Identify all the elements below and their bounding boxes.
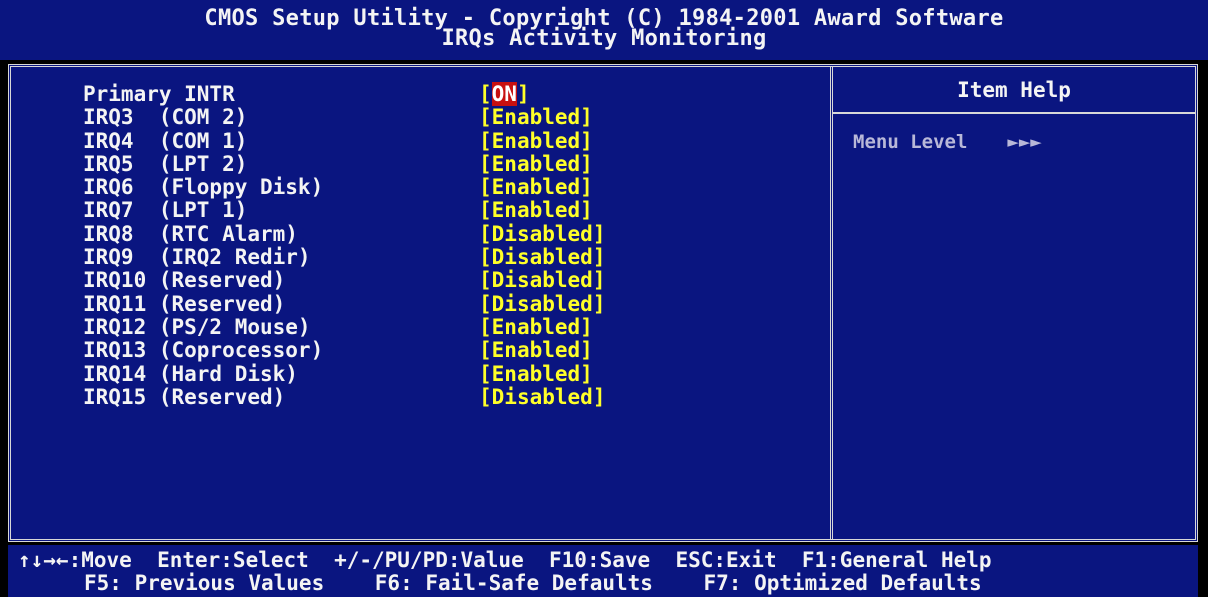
setting-label: IRQ11 (Reserved) xyxy=(83,291,286,316)
setting-value-text: Disabled xyxy=(491,384,593,409)
setting-value[interactable]: [Disabled] xyxy=(479,221,605,246)
setting-value[interactable]: [Enabled] xyxy=(479,339,593,362)
setting-value-text: Enabled xyxy=(491,105,581,130)
setting-label: IRQ14 (Hard Disk) xyxy=(83,361,298,386)
footer-line-2: F5: Previous Values F6: Fail-Safe Defaul… xyxy=(84,571,982,595)
setting-value[interactable]: [Enabled] xyxy=(479,176,593,199)
panel-divider xyxy=(830,67,833,539)
setting-label: Primary INTR xyxy=(83,82,235,106)
setting-value[interactable]: [Enabled] xyxy=(479,151,593,176)
setting-value-text: ON xyxy=(491,82,517,106)
setting-value-text: Enabled xyxy=(491,128,581,153)
setting-value[interactable]: [ON] xyxy=(479,82,530,106)
setting-label: IRQ9 (IRQ2 Redir) xyxy=(83,245,311,270)
setting-label: IRQ3 (COM 2) xyxy=(83,105,248,130)
setting-value[interactable]: [Enabled] xyxy=(479,199,593,222)
setting-label: IRQ13 (Coprocessor) xyxy=(83,338,324,363)
setting-value-text: Disabled xyxy=(491,268,593,293)
setting-value[interactable]: [Disabled] xyxy=(479,246,605,269)
setting-value[interactable]: [Disabled] xyxy=(479,291,605,316)
setting-value[interactable]: [Enabled] xyxy=(479,128,593,153)
setting-value[interactable]: [Enabled] xyxy=(479,361,593,386)
setting-value-text: Disabled xyxy=(491,291,593,316)
setting-value-text: Disabled xyxy=(491,245,593,270)
setting-value[interactable]: [Enabled] xyxy=(479,106,593,129)
main-panel: Primary INTR [ON] IRQ3 (COM 2) [Enabled] IRQ… xyxy=(8,64,1198,542)
setting-label: IRQ7 (LPT 1) xyxy=(83,198,248,223)
menu-level-arrows-icon: ►►► xyxy=(1007,131,1042,153)
setting-value-text: Enabled xyxy=(491,151,581,176)
setting-label: IRQ12 (PS/2 Mouse) xyxy=(83,314,311,339)
setting-label: IRQ8 (RTC Alarm) xyxy=(83,221,298,246)
setting-label: IRQ4 (COM 1) xyxy=(83,128,248,153)
setting-value-text: Enabled xyxy=(491,314,581,339)
setting-value[interactable]: [Enabled] xyxy=(479,314,593,339)
setting-label: IRQ5 (LPT 2) xyxy=(83,151,248,176)
help-separator xyxy=(833,112,1195,114)
setting-label: IRQ15 (Reserved) xyxy=(83,384,286,409)
setting-value[interactable]: [Disabled] xyxy=(479,384,605,409)
title-bar: CMOS Setup Utility - Copyright (C) 1984-… xyxy=(0,0,1208,60)
setting-value-text: Enabled xyxy=(491,338,581,363)
setting-label: IRQ6 (Floppy Disk) xyxy=(83,175,324,200)
setting-value[interactable]: [Disabled] xyxy=(479,269,605,292)
menu-level-label: Menu Level xyxy=(853,131,968,153)
footer-line-1: ↑↓→←:Move Enter:Select +/-/PU/PD:Value F… xyxy=(18,548,992,572)
setting-value-text: Disabled xyxy=(491,221,593,246)
page-title: IRQs Activity Monitoring xyxy=(441,26,767,51)
key-help-footer: ↑↓→←:Move Enter:Select +/-/PU/PD:Value F… xyxy=(8,545,1198,597)
item-help-title: Item Help xyxy=(957,78,1071,102)
setting-value-text: Enabled xyxy=(491,361,581,386)
bios-screen: CMOS Setup Utility - Copyright (C) 1984-… xyxy=(0,0,1208,597)
menu-level-line: Menu Level ►►► xyxy=(853,131,1042,153)
setting-label: IRQ10 (Reserved) xyxy=(83,268,286,293)
setting-value-text: Enabled xyxy=(491,175,581,200)
setting-value-text: Enabled xyxy=(491,198,581,223)
